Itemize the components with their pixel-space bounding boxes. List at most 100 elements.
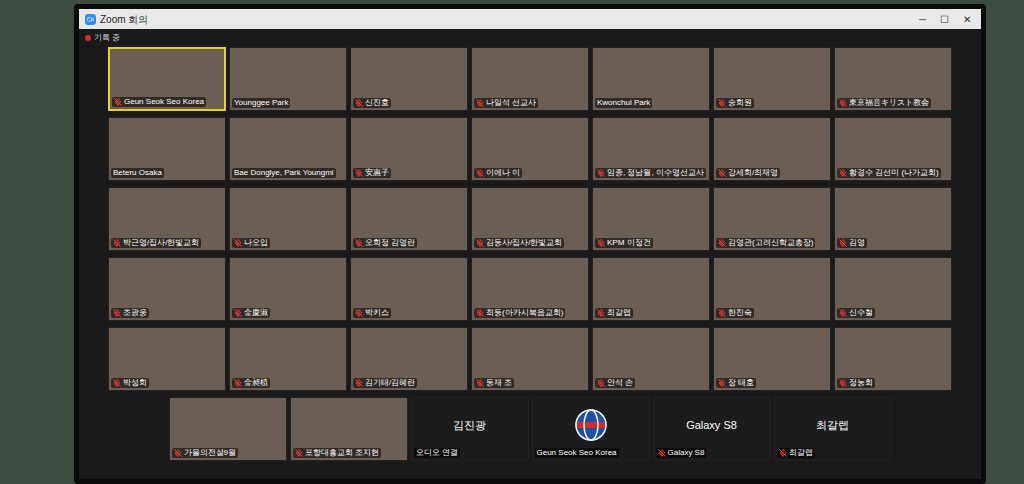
participant-tile[interactable]: 김영관(고려신학교총장) (713, 187, 831, 251)
participant-tile[interactable]: Bae Donglye, Park Youngmi (229, 117, 347, 181)
participant-tile[interactable]: 최동(아카시복음교회) (471, 257, 589, 321)
participant-center-name: 최갈렙 (816, 417, 849, 434)
participant-tile[interactable]: Beteru Osaka (108, 117, 226, 181)
muted-mic-icon (355, 169, 363, 177)
participant-tile[interactable]: Younggee Park (229, 47, 347, 111)
participant-name-label: 동재 조 (474, 378, 514, 388)
participant-tile[interactable]: 강세희/최재영 (713, 117, 831, 181)
participant-tile[interactable]: KPM 이정건 (592, 187, 710, 251)
muted-mic-icon (718, 239, 726, 247)
muted-mic-icon (718, 379, 726, 387)
muted-mic-icon (174, 449, 182, 457)
monitor: Zoom 회의─☐✕기록 중Geun Seok Seo KoreaYoungge… (74, 4, 986, 484)
participant-tile[interactable]: 황경수 김선미 (나가교회) (834, 117, 952, 181)
muted-mic-icon (718, 309, 726, 317)
participant-tile[interactable]: Geun Seok Seo Korea (532, 397, 650, 461)
participant-name-label: 포항대흥교회 조지현 (293, 448, 381, 458)
participant-tile[interactable]: 이에나 이 (471, 117, 589, 181)
participant-tile[interactable]: 나오입 (229, 187, 347, 251)
participant-name-label: Beteru Osaka (111, 168, 164, 178)
participant-row: Beteru Osaka Bae Donglye, Park Youngmi安惠子… (108, 117, 952, 181)
participant-tile[interactable]: Galaxy S8Galaxy S8 (653, 397, 771, 461)
muted-mic-icon (597, 379, 605, 387)
muted-mic-icon (476, 99, 484, 107)
participant-tile[interactable]: 김기태/김혜란 (350, 327, 468, 391)
muted-mic-icon (476, 169, 484, 177)
participant-name-label: Kwonchul Park (595, 98, 652, 108)
muted-mic-icon (113, 239, 121, 247)
participant-name-label: 안석 손 (595, 378, 635, 388)
participant-tile[interactable]: 신진호 (350, 47, 468, 111)
participant-name-label: 나일석 선교사 (474, 98, 538, 108)
participant-tile[interactable]: 박성희 (108, 327, 226, 391)
participant-tile[interactable]: 포항대흥교회 조지현 (290, 397, 408, 461)
participant-name-label: 강세희/최재영 (716, 168, 780, 178)
participant-name-label: 장 태호 (716, 378, 756, 388)
gallery-view: 기록 중Geun Seok Seo KoreaYounggee Park신진호나… (79, 29, 981, 479)
participant-tile[interactable]: 최갈렙 (592, 257, 710, 321)
participant-tile[interactable]: 장 태호 (713, 327, 831, 391)
muted-mic-icon (355, 239, 363, 247)
muted-mic-icon (476, 309, 484, 317)
participant-tile[interactable]: 임종, 정남월, 이수영선교사 (592, 117, 710, 181)
participant-name-label: Geun Seok Seo Korea (112, 97, 206, 107)
participant-tile[interactable]: 한진숙 (713, 257, 831, 321)
participant-tile[interactable]: 安惠子 (350, 117, 468, 181)
participant-tile[interactable]: 송희원 (713, 47, 831, 111)
participant-name-label: 박키스 (353, 308, 391, 318)
muted-mic-icon (839, 99, 847, 107)
participant-tile[interactable]: 김동사/집사/한빛교회 (471, 187, 589, 251)
participant-name-label: 임종, 정남월, 이수영선교사 (595, 168, 706, 178)
participant-name-label: Galaxy S8 (656, 448, 707, 458)
muted-mic-icon (355, 99, 363, 107)
photo-scene: Zoom 회의─☐✕기록 중Geun Seok Seo KoreaYoungge… (0, 0, 1024, 484)
participant-tile[interactable]: 김진광오디오 연결 (411, 397, 529, 461)
participant-name-label: 신수철 (837, 308, 875, 318)
muted-mic-icon (234, 239, 242, 247)
muted-mic-icon (839, 169, 847, 177)
muted-mic-icon (597, 309, 605, 317)
muted-mic-icon (113, 309, 121, 317)
participant-tile[interactable]: 신수철 (834, 257, 952, 321)
participant-tile[interactable]: 최갈렙최갈렙 (774, 397, 892, 461)
participant-name-label: 박성희 (111, 378, 149, 388)
title-bar: Zoom 회의─☐✕ (79, 9, 981, 29)
participant-tile[interactable]: 金昶植 (229, 327, 347, 391)
participant-tile[interactable]: 박근영/집사/한빛교회 (108, 187, 226, 251)
participant-tile[interactable]: 동재 조 (471, 327, 589, 391)
participant-tile[interactable]: 김영 (834, 187, 952, 251)
participant-name-label: 신진호 (353, 98, 391, 108)
participant-row: 조광웅金慶淑 박키스 최동(아카시복음교회)최갈렙한진숙 신수철 (108, 257, 952, 321)
muted-mic-icon (113, 379, 121, 387)
window-control-button[interactable]: ☐ (940, 12, 949, 27)
participant-name-label: 정농회 (837, 378, 875, 388)
participant-name-label: 송희원 (716, 98, 754, 108)
participant-tile[interactable]: Geun Seok Seo Korea (108, 47, 226, 111)
participant-row: 가을의전설9월포항대흥교회 조지현 김진광오디오 연결 Geun Seok Seo … (169, 397, 892, 461)
participant-name-label: 김영 (837, 238, 867, 248)
zoom-icon (85, 14, 96, 25)
participant-tile[interactable]: 金慶淑 (229, 257, 347, 321)
muted-mic-icon (658, 449, 666, 457)
participant-name-label: Geun Seok Seo Korea (535, 448, 619, 458)
participant-tile[interactable]: 안석 손 (592, 327, 710, 391)
participant-name-label: KPM 이정건 (595, 238, 653, 248)
participant-tile[interactable]: 東京福音キリスト教会 (834, 47, 952, 111)
muted-mic-icon (234, 309, 242, 317)
window-control-button[interactable]: ─ (919, 12, 926, 27)
participant-tile[interactable]: 박키스 (350, 257, 468, 321)
participant-name-label: 김기태/김혜란 (353, 378, 417, 388)
participant-tile[interactable]: Kwonchul Park (592, 47, 710, 111)
participant-tile[interactable]: 가을의전설9월 (169, 397, 287, 461)
window-control-button[interactable]: ✕ (963, 12, 971, 27)
participant-tile[interactable]: 오희정 김영란 (350, 187, 468, 251)
muted-mic-icon (114, 98, 122, 106)
participant-tile[interactable]: 정농회 (834, 327, 952, 391)
muted-mic-icon (839, 309, 847, 317)
participant-tile[interactable]: 조광웅 (108, 257, 226, 321)
muted-mic-icon (355, 309, 363, 317)
participant-row: Geun Seok Seo Korea Younggee Park 신진호 나일석 선… (108, 47, 952, 111)
participant-tile[interactable]: 나일석 선교사 (471, 47, 589, 111)
participant-name-label: 황경수 김선미 (나가교회) (837, 168, 941, 178)
participant-name-label: 한진숙 (716, 308, 754, 318)
